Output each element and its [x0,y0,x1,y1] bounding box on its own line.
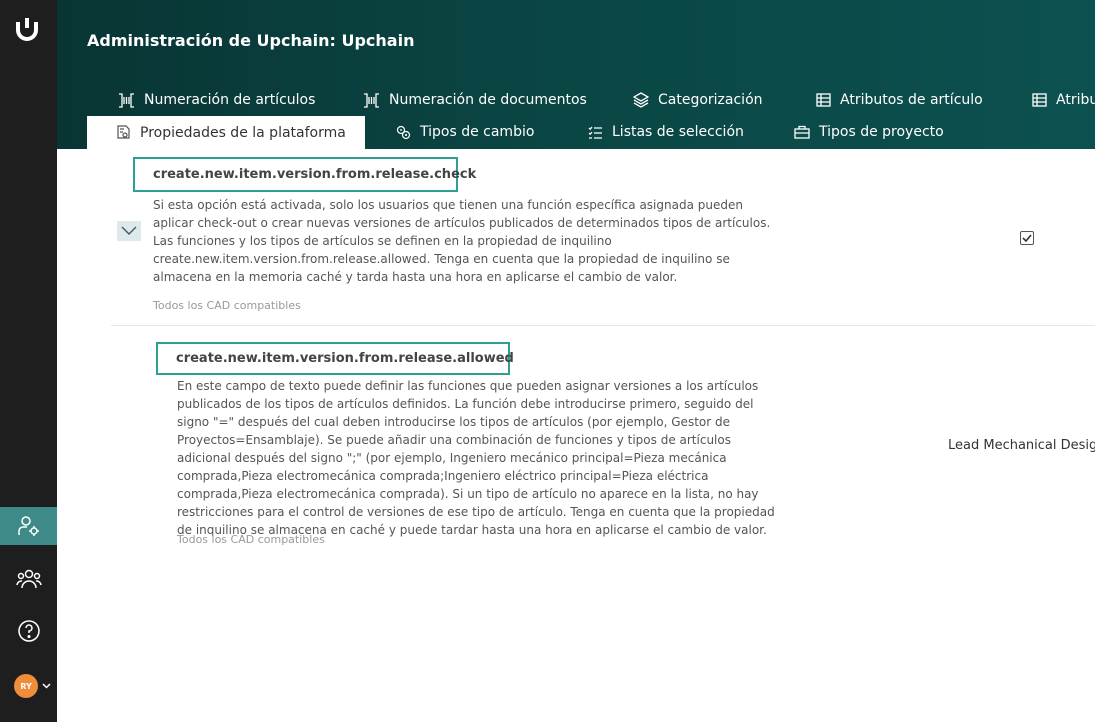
tab-item-numbering[interactable]: Numeración de artículos [118,84,315,116]
tab-item-attributes[interactable]: Atributos de artículo [816,84,983,116]
tab-categorization[interactable]: Categorización [633,84,763,116]
property-value-field[interactable]: Lead Mechanical Design [948,438,1095,453]
chevron-down-icon [121,226,137,235]
tab-project-types[interactable]: Tipos de proyecto [794,116,944,148]
table-settings-icon [1032,93,1047,107]
admin-settings-icon [17,516,39,536]
tab-selection-lists[interactable]: Listas de selección [588,116,744,148]
tab-label: Categorización [658,92,763,108]
layers-icon [633,92,649,108]
tab-label: Atribu [1056,92,1095,108]
property-note: Todos los CAD compatibles [177,533,325,546]
tab-label: Propiedades de la plataforma [140,124,346,141]
briefcase-icon [794,125,810,139]
row-divider [111,325,1095,326]
page-title: Administración de Upchain: Upchain [87,31,415,50]
tab-label: Numeración de artículos [144,92,316,108]
checkmark-icon [1022,234,1032,242]
avatar: RY [14,674,38,698]
property-description: En este campo de texto puede definir las… [177,379,775,537]
sidebar-item-help[interactable] [0,612,57,650]
property-key: create.new.item.version.from.release.che… [133,157,476,192]
tab-label: Tipos de proyecto [819,124,944,140]
tab-label: Tipos de cambio [420,124,535,140]
property-note: Todos los CAD compatibles [153,299,301,312]
tab-platform-properties[interactable]: Propiedades de la plataforma [87,116,365,149]
property-description: Si esta opción está activada, solo los u… [153,198,771,284]
sidebar-item-users[interactable] [0,560,57,598]
sidebar-item-admin[interactable] [0,507,57,545]
expand-toggle[interactable] [117,221,141,241]
tab-label: Atributos de artículo [840,92,983,108]
table-icon [816,93,831,107]
header: Administración de Upchain: Upchain Numer… [57,0,1095,149]
tab-document-numbering[interactable]: Numeración de documentos [363,84,587,116]
property-checkbox[interactable] [1020,231,1034,245]
help-icon [17,620,40,642]
platform-properties-icon [117,125,130,139]
sidebar: RY [0,0,57,722]
tab-attributes-more[interactable]: Atribu [1032,84,1095,116]
chevron-down-icon [42,683,51,689]
tab-label: Listas de selección [612,124,744,140]
user-menu[interactable]: RY [14,674,51,698]
item-numbering-icon [119,92,134,108]
change-types-icon [396,125,411,139]
document-numbering-icon [364,92,379,108]
property-key: create.new.item.version.from.release.all… [156,342,514,375]
tab-label: Numeración de documentos [389,92,587,108]
users-icon [15,569,42,589]
upchain-logo-icon[interactable] [14,16,40,42]
tab-change-types[interactable]: Tipos de cambio [396,116,534,148]
list-icon [588,126,602,139]
